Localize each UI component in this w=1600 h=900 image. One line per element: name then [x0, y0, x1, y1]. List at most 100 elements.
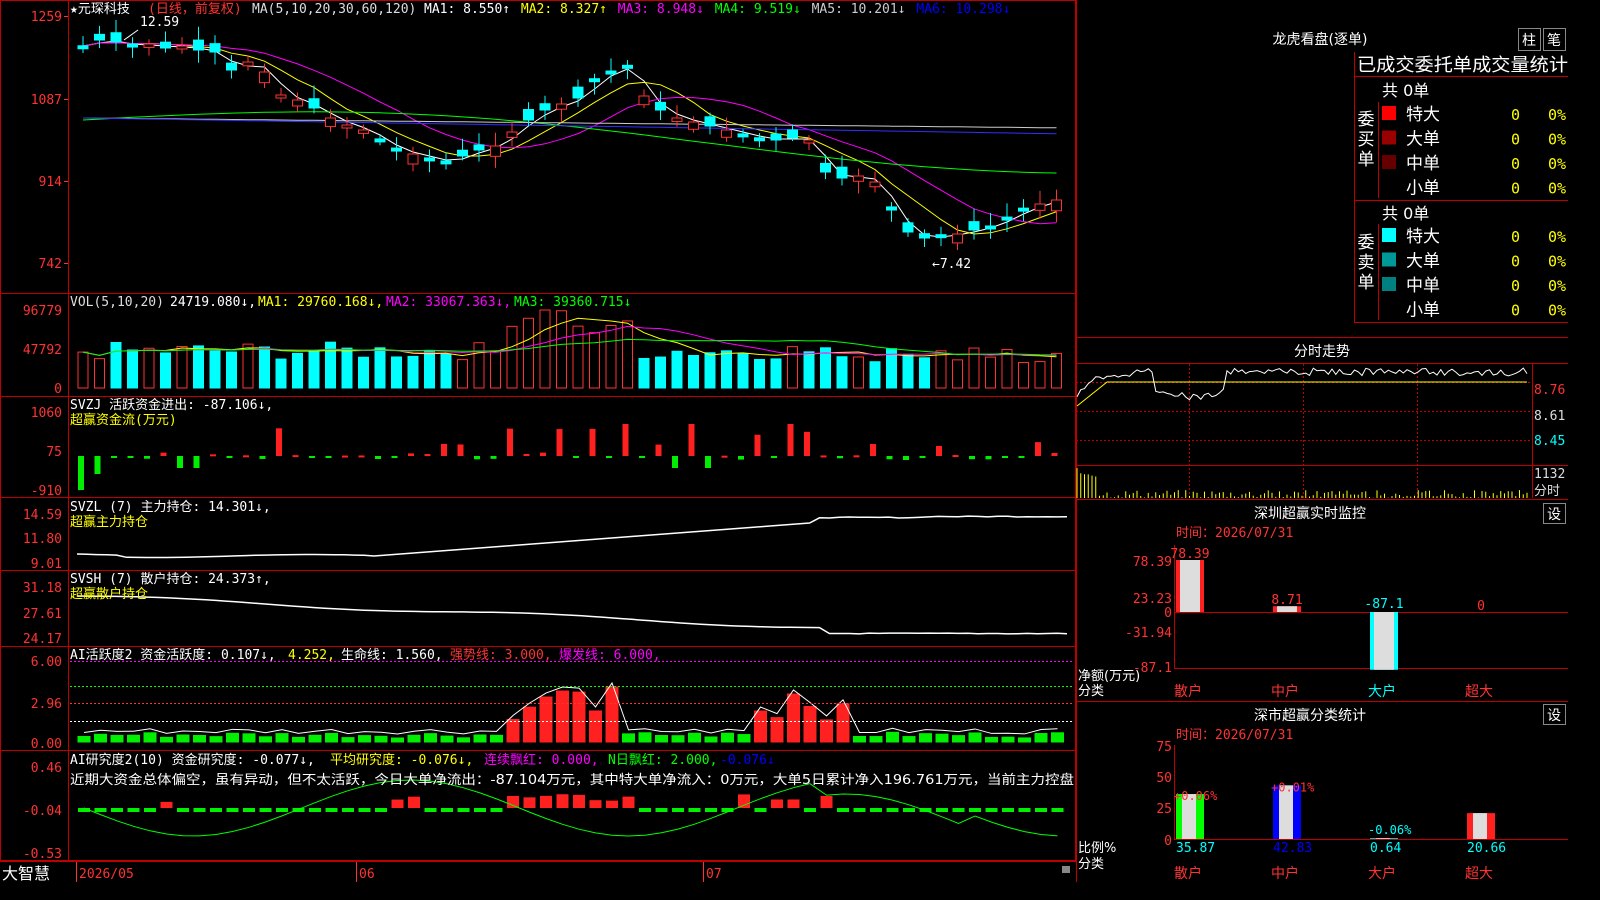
candle[interactable]	[704, 116, 716, 127]
candle[interactable]	[638, 95, 650, 106]
candle[interactable]	[556, 103, 567, 110]
activity-bar	[869, 736, 883, 743]
candle[interactable]	[226, 62, 237, 71]
fund-flow-bar	[1002, 456, 1008, 458]
activity-bar	[110, 734, 124, 743]
candle[interactable]	[457, 149, 468, 157]
candle[interactable]	[424, 157, 435, 162]
vol-label: VOL(5,10,20)	[70, 295, 164, 310]
candle[interactable]	[193, 39, 204, 51]
research-bar	[160, 801, 173, 808]
volume-bar	[737, 353, 749, 389]
candle[interactable]	[1018, 207, 1029, 212]
candle[interactable]	[506, 131, 518, 138]
candle[interactable]	[374, 138, 386, 143]
stock-title[interactable]: ★元琛科技	[70, 2, 130, 17]
fund-flow-bar	[358, 455, 365, 458]
candle[interactable]	[803, 139, 815, 144]
candle[interactable]	[655, 101, 666, 111]
volume-bar	[94, 358, 105, 389]
candle[interactable]	[1001, 216, 1013, 221]
candle[interactable]	[671, 117, 683, 123]
candle[interactable]	[308, 98, 320, 109]
candle[interactable]	[391, 147, 402, 152]
candle[interactable]	[110, 32, 122, 43]
volume-bar	[391, 356, 402, 389]
candle[interactable]	[473, 144, 485, 151]
candle[interactable]	[589, 78, 600, 83]
activity-bar	[127, 734, 140, 743]
svzl-sub: 超赢主力持仓	[70, 514, 148, 530]
sz-axis-1: 78.39	[1133, 555, 1172, 570]
candle[interactable]	[176, 45, 188, 50]
candle[interactable]	[721, 129, 732, 138]
candle[interactable]	[952, 233, 963, 244]
lhb-tabs[interactable]: 已成交委托单成交量统计	[1357, 55, 1568, 76]
candle[interactable]	[902, 222, 914, 233]
candle[interactable]	[869, 181, 881, 188]
candle[interactable]	[770, 133, 782, 141]
candle[interactable]	[737, 133, 749, 138]
candle[interactable]	[886, 206, 897, 211]
volume-bar	[407, 355, 419, 389]
candle[interactable]	[440, 160, 452, 165]
buy-row-count-1: 0	[1511, 106, 1520, 124]
ai1-strong: 强势线: 3.000,	[450, 647, 552, 663]
fund-flow-bar	[738, 456, 744, 460]
candle[interactable]	[853, 175, 864, 182]
candle[interactable]	[1034, 203, 1046, 211]
activity-bar	[143, 732, 157, 743]
candle[interactable]	[275, 94, 287, 99]
candle[interactable]	[407, 153, 419, 165]
lock-icon[interactable]	[1062, 866, 1070, 873]
candle[interactable]	[688, 121, 699, 130]
volume-bar	[638, 357, 650, 389]
volume-bar	[1034, 361, 1046, 389]
candle[interactable]	[572, 86, 584, 99]
candle[interactable]	[968, 221, 980, 231]
volume-bar	[1001, 349, 1013, 389]
candle[interactable]	[160, 41, 171, 49]
volume-bar	[869, 361, 881, 389]
candle[interactable]	[325, 117, 336, 127]
ai1-axis-1: 6.00	[31, 655, 62, 670]
candle[interactable]	[341, 124, 353, 129]
svsh-axis-1: 31.18	[23, 581, 62, 596]
research-bar	[606, 800, 618, 808]
candle[interactable]	[605, 70, 617, 75]
research-bar	[490, 808, 503, 812]
candle[interactable]	[242, 61, 254, 67]
buy-side-label: 委买单	[1358, 110, 1375, 170]
candle[interactable]	[935, 234, 947, 239]
candle[interactable]	[836, 166, 848, 179]
candle[interactable]	[77, 45, 89, 50]
candle[interactable]	[143, 43, 155, 48]
vol-value: 24719.080↓,	[170, 295, 256, 310]
candle[interactable]	[539, 103, 551, 111]
sz-axis-4: -31.94	[1125, 626, 1172, 641]
candle[interactable]	[820, 162, 831, 173]
candle[interactable]	[259, 71, 270, 84]
candle[interactable]	[292, 99, 303, 107]
activity-bar	[457, 737, 470, 743]
candle[interactable]	[358, 129, 369, 134]
candle[interactable]	[209, 43, 221, 53]
candle[interactable]	[127, 43, 138, 48]
candle[interactable]	[94, 33, 105, 41]
fund-flow-bar	[754, 434, 761, 456]
candle[interactable]	[490, 145, 501, 157]
candle[interactable]	[985, 225, 996, 230]
candle[interactable]	[919, 233, 930, 239]
research-bar	[424, 808, 437, 812]
ma-item-2: MA2: 8.327↑	[521, 2, 607, 17]
sell-side-label: 委卖单	[1358, 233, 1375, 293]
ai1-axis-2: 2.96	[31, 697, 62, 712]
research-bar	[655, 808, 668, 812]
candle[interactable]	[754, 137, 765, 142]
buy-row-count-4: 0	[1511, 180, 1520, 198]
candle[interactable]	[523, 109, 534, 121]
candle[interactable]	[787, 129, 798, 139]
activity-bar	[803, 705, 817, 743]
candle[interactable]	[1051, 199, 1062, 212]
candle[interactable]	[622, 64, 633, 69]
